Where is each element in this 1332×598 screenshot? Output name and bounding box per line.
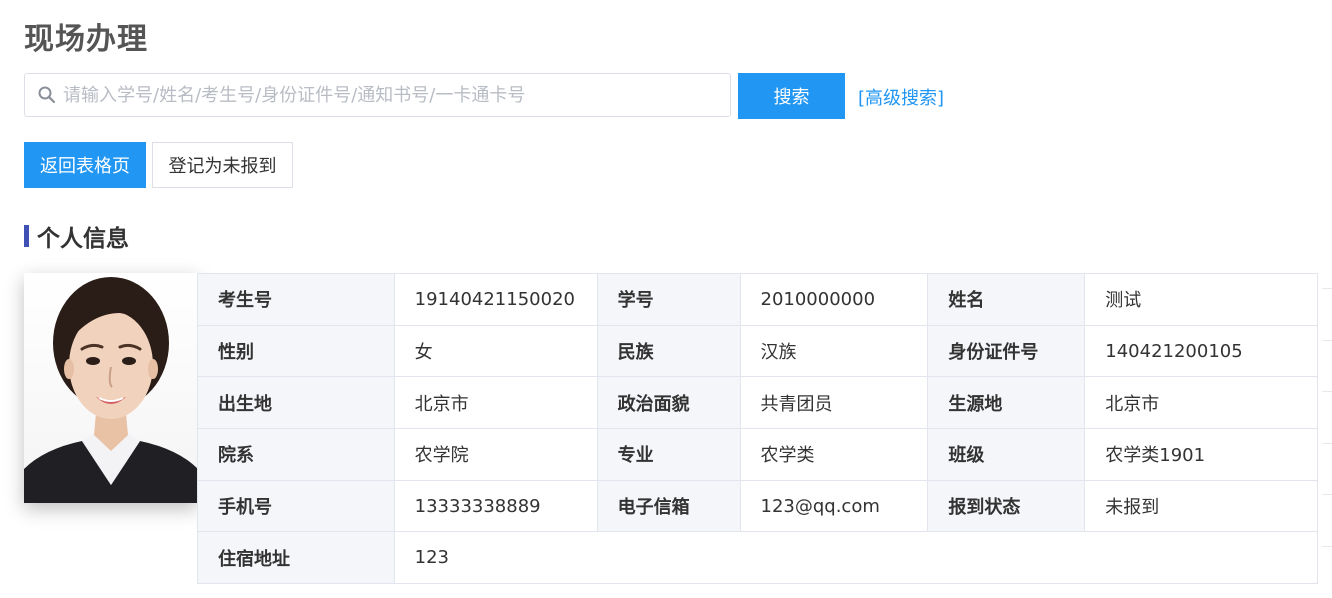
page-title: 现场办理 [24, 22, 148, 57]
field-label: 生源地 [927, 376, 1086, 430]
table-edge-tick [1322, 391, 1332, 392]
table-row: 院系 农学院 专业 农学类 班级 农学类1901 [197, 428, 1318, 481]
field-value: 123@qq.com [739, 479, 929, 533]
table-row: 考生号 19140421150020 学号 2010000000 姓名 测试 [197, 273, 1318, 326]
field-label: 性别 [197, 324, 395, 378]
advanced-search-link[interactable]: [高级搜索] [858, 84, 944, 110]
search-input[interactable] [63, 74, 730, 116]
field-label: 姓名 [927, 273, 1086, 326]
student-photo [24, 273, 198, 503]
field-label: 住宿地址 [197, 531, 395, 585]
field-label: 专业 [596, 428, 741, 481]
field-label: 班级 [927, 428, 1086, 481]
personal-info-table: 考生号 19140421150020 学号 2010000000 姓名 测试 性别女民族 汉族… [197, 273, 1319, 585]
field-label: 电子信箱 [596, 479, 741, 533]
section-marker [24, 225, 29, 247]
field-label: 身份证件号 [927, 324, 1086, 378]
table-edge-tick [1322, 443, 1332, 444]
field-label: 考生号 [197, 273, 395, 326]
table-edge-tick [1322, 288, 1332, 289]
field-value: 北京市 [1084, 376, 1318, 430]
field-value: 13333338889 [393, 479, 598, 533]
table-row: 性别女民族 汉族 身份证件号 140421200105 [197, 324, 1318, 378]
field-value: 女 [393, 324, 598, 378]
field-value: 未报到 [1084, 479, 1318, 533]
field-value: 19140421150020 [393, 273, 598, 326]
table-edge-tick [1322, 546, 1332, 547]
field-value: 汉族 [739, 324, 929, 378]
mark-not-registered-button[interactable]: 登记为未报到 [152, 142, 293, 188]
field-value: 共青团员 [739, 376, 929, 430]
field-label: 政治面貌 [596, 376, 741, 430]
table-row: 手机号 13333338889 电子信箱 123@qq.com 报到状态 未报到 [197, 479, 1318, 533]
field-label: 报到状态 [927, 479, 1086, 533]
search-box[interactable] [24, 73, 731, 117]
field-value: 2010000000 [739, 273, 929, 326]
table-row: 住宿地址 123 [197, 531, 1319, 585]
search-icon [37, 85, 57, 105]
back-to-table-button[interactable]: 返回表格页 [24, 142, 146, 188]
field-label: 学号 [596, 273, 741, 326]
table-edge-tick [1322, 494, 1332, 495]
field-value: 140421200105 [1084, 324, 1318, 378]
field-value: 北京市 [393, 376, 598, 430]
field-value: 123 [393, 531, 1319, 585]
field-value: 测试 [1084, 273, 1318, 326]
field-value: 农学院 [393, 428, 598, 481]
table-edge-tick [1322, 340, 1332, 341]
section-title-personal-info: 个人信息 [24, 222, 129, 252]
field-label: 院系 [197, 428, 395, 481]
field-value: 农学类 [739, 428, 929, 481]
field-label: 民族 [596, 324, 741, 378]
search-button[interactable]: 搜索 [738, 73, 845, 119]
section-title-text: 个人信息 [37, 226, 129, 252]
field-label: 手机号 [197, 479, 395, 533]
field-label: 出生地 [197, 376, 395, 430]
table-row: 出生地 北京市 政治面貌 共青团员 生源地 北京市 [197, 376, 1318, 430]
field-value: 农学类1901 [1084, 428, 1318, 481]
